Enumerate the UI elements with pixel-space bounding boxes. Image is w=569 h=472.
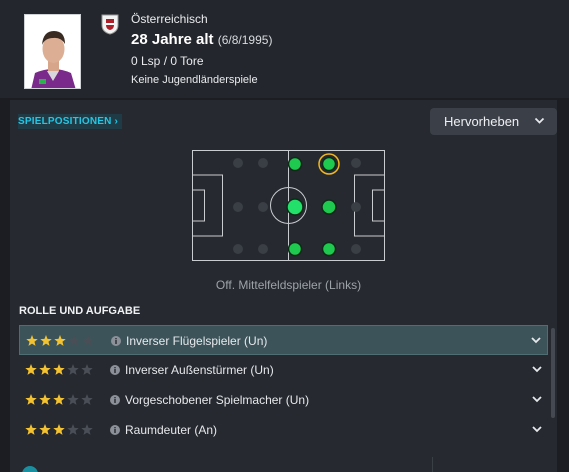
- youth-caps-text: Keine Jugendländerspiele: [131, 74, 258, 86]
- star-empty-icon: [81, 364, 93, 375]
- star-filled-icon: [39, 424, 51, 435]
- role-row[interactable]: Inverser Außenstürmer (Un): [19, 355, 548, 385]
- role-name: Raumdeuter (An): [125, 423, 218, 437]
- highlight-button-label: Hervorheben: [444, 114, 520, 129]
- info-icon[interactable]: [110, 395, 120, 405]
- date-of-birth: (6/8/1995): [217, 33, 273, 47]
- info-icon[interactable]: [110, 425, 120, 435]
- star-filled-icon: [53, 424, 65, 435]
- role-name: Vorgeschobener Spielmacher (Un): [125, 393, 310, 407]
- info-icon[interactable]: [111, 336, 121, 346]
- chevron-down-icon[interactable]: [532, 396, 542, 403]
- star-empty-icon: [82, 335, 94, 346]
- divider: [432, 457, 433, 472]
- nationality-text: Österreichisch: [131, 12, 208, 26]
- positions-link[interactable]: SPIELPOSITIONEN ›: [18, 114, 123, 129]
- role-name: Inverser Flügelspieler (Un): [126, 334, 268, 348]
- info-icon[interactable]: [110, 365, 120, 375]
- star-empty-icon: [81, 394, 93, 405]
- star-empty-icon: [67, 394, 79, 405]
- role-row[interactable]: Inverser Flügelspieler (Un): [19, 325, 548, 355]
- caps-goals-text: 0 Lsp / 0 Tore: [131, 54, 204, 68]
- roles-heading: ROLLE UND AUFGABE: [19, 305, 141, 317]
- player-photo: [24, 14, 81, 89]
- star-filled-icon: [54, 335, 66, 346]
- chevron-down-icon[interactable]: [532, 366, 542, 373]
- role-list: Inverser Flügelspieler (Un) Inverser Auß…: [19, 325, 548, 445]
- age-text: 28 Jahre alt (6/8/1995): [131, 31, 272, 48]
- player-header: [0, 0, 569, 98]
- star-filled-icon: [25, 394, 37, 405]
- star-empty-icon: [67, 424, 79, 435]
- chevron-down-icon: [534, 117, 545, 124]
- star-filled-icon: [53, 364, 65, 375]
- chevron-down-icon[interactable]: [532, 426, 542, 433]
- highlight-dropdown-button[interactable]: Hervorheben: [430, 108, 557, 135]
- star-filled-icon: [39, 364, 51, 375]
- star-filled-icon: [53, 394, 65, 405]
- star-filled-icon: [25, 364, 37, 375]
- rating-stars: [26, 335, 94, 346]
- star-empty-icon: [67, 364, 79, 375]
- nation-crest-icon: [101, 13, 119, 35]
- rating-stars: [25, 424, 93, 435]
- star-filled-icon: [40, 335, 52, 346]
- scrollbar[interactable]: [551, 328, 555, 418]
- age-value: 28 Jahre alt: [131, 31, 214, 48]
- rating-stars: [25, 364, 93, 375]
- star-empty-icon: [81, 424, 93, 435]
- rating-stars: [25, 394, 93, 405]
- chevron-down-icon[interactable]: [531, 337, 541, 344]
- role-row[interactable]: Raumdeuter (An): [19, 415, 548, 445]
- star-filled-icon: [26, 335, 38, 346]
- role-name: Inverser Außenstürmer (Un): [125, 363, 274, 377]
- star-empty-icon: [68, 335, 80, 346]
- star-filled-icon: [39, 394, 51, 405]
- role-row[interactable]: Vorgeschobener Spielmacher (Un): [19, 385, 548, 415]
- star-filled-icon: [25, 424, 37, 435]
- position-pitch[interactable]: [192, 150, 385, 261]
- selected-position-label: Off. Mittelfeldspieler (Links): [215, 278, 362, 292]
